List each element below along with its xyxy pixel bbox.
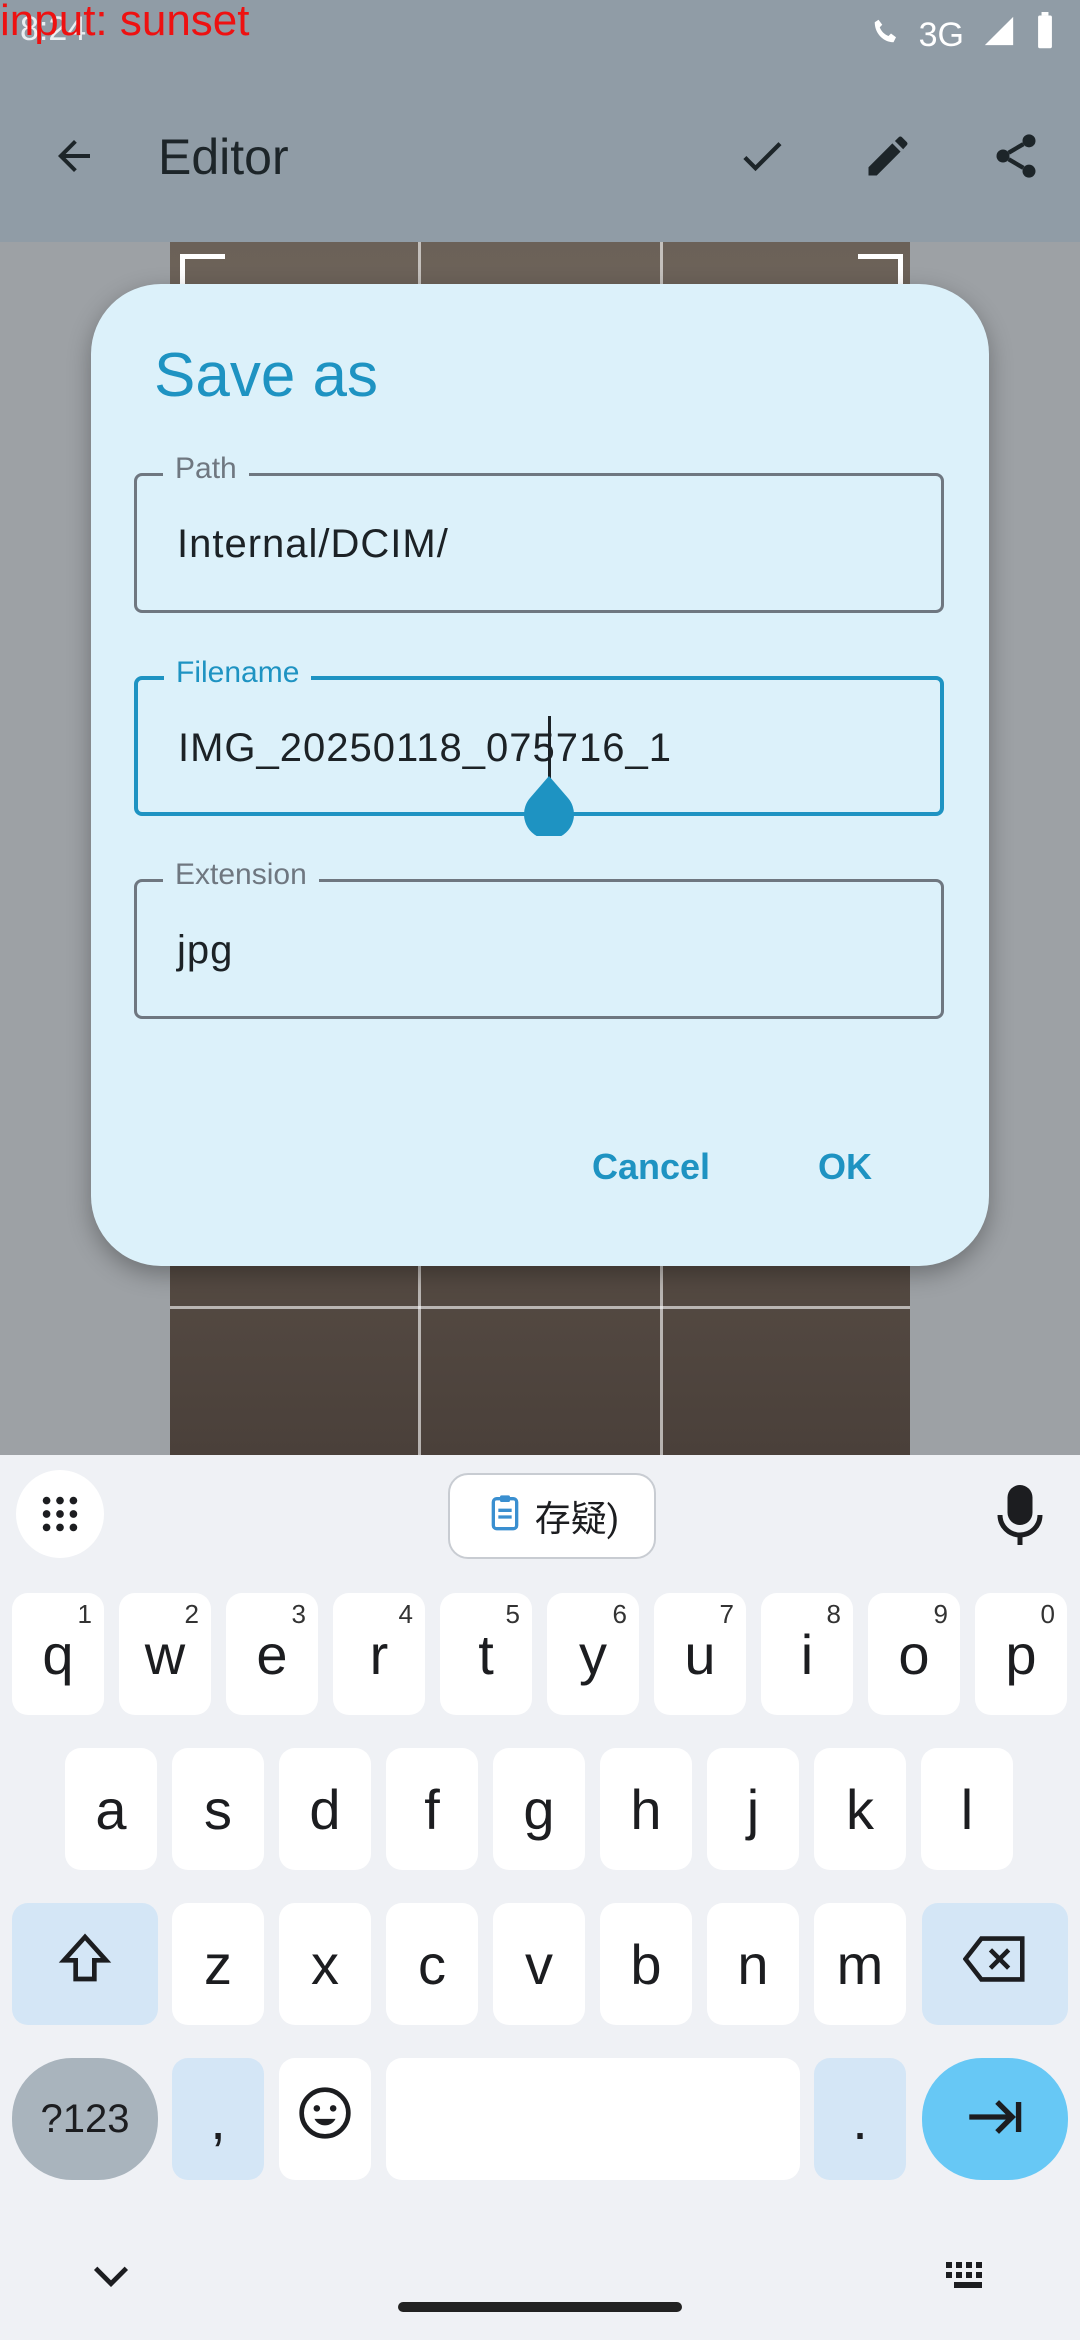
- key-p[interactable]: p0: [975, 1593, 1067, 1715]
- keyboard-icon[interactable]: [944, 2260, 992, 2296]
- chevron-down-icon[interactable]: [88, 2258, 134, 2298]
- key-r[interactable]: r4: [333, 1593, 425, 1715]
- grid-icon[interactable]: [16, 1470, 104, 1558]
- mic-icon[interactable]: [990, 1480, 1050, 1554]
- key-j[interactable]: j: [707, 1748, 799, 1870]
- comma-key[interactable]: ,: [172, 2058, 264, 2180]
- text-cursor: [548, 716, 551, 780]
- backspace-icon: [962, 1932, 1027, 1997]
- key-l[interactable]: l: [921, 1748, 1013, 1870]
- key-i[interactable]: i8: [761, 1593, 853, 1715]
- key-e[interactable]: e3: [226, 1593, 318, 1715]
- pencil-icon[interactable]: [852, 120, 924, 192]
- key-u[interactable]: u7: [654, 1593, 746, 1715]
- key-v[interactable]: v: [493, 1903, 585, 2025]
- battery-icon: [1034, 12, 1056, 59]
- path-value: Internal/DCIM/: [177, 522, 449, 566]
- enter-key[interactable]: [922, 2058, 1068, 2180]
- filename-value: IMG_20250118_075716_1: [178, 726, 673, 770]
- clipboard-suggestion-chip[interactable]: 存疑): [448, 1473, 656, 1559]
- signal-icon: [982, 14, 1016, 57]
- crop-grid-line: [170, 1306, 910, 1309]
- filename-label: Filename: [164, 656, 312, 690]
- clipboard-text: 存疑): [534, 1498, 620, 1540]
- wifi-call-icon: [871, 16, 901, 55]
- extension-field[interactable]: Extension jpg: [134, 858, 944, 1019]
- status-icons: 3G: [871, 12, 1056, 59]
- clipboard-icon: [485, 1492, 525, 1541]
- space-key[interactable]: [386, 2058, 800, 2180]
- path-label: Path: [163, 452, 249, 486]
- soft-keyboard: [0, 1455, 1080, 2340]
- period-key[interactable]: .: [814, 2058, 906, 2180]
- key-n[interactable]: n: [707, 1903, 799, 2025]
- path-field[interactable]: Path Internal/DCIM/: [134, 452, 944, 613]
- network-type: 3G: [918, 16, 964, 54]
- key-m[interactable]: m: [814, 1903, 906, 2025]
- enter-icon: [965, 2087, 1025, 2152]
- key-d[interactable]: d: [279, 1748, 371, 1870]
- key-a[interactable]: a: [65, 1748, 157, 1870]
- key-q[interactable]: q1: [12, 1593, 104, 1715]
- extension-value: jpg: [177, 928, 234, 972]
- page-title: Editor: [158, 129, 289, 185]
- key-c[interactable]: c: [386, 1903, 478, 2025]
- cancel-button[interactable]: Cancel: [592, 1146, 710, 1188]
- dialog-title: Save as: [154, 341, 379, 410]
- emoji-key[interactable]: [279, 2058, 371, 2180]
- key-s[interactable]: s: [172, 1748, 264, 1870]
- key-f[interactable]: f: [386, 1748, 478, 1870]
- backspace-key[interactable]: [922, 1903, 1068, 2025]
- key-k[interactable]: k: [814, 1748, 906, 1870]
- extension-label: Extension: [163, 858, 319, 892]
- back-arrow-icon[interactable]: [38, 120, 110, 192]
- symbols-key[interactable]: ?123: [12, 2058, 158, 2180]
- key-g[interactable]: g: [493, 1748, 585, 1870]
- ok-button[interactable]: OK: [818, 1146, 872, 1188]
- key-x[interactable]: x: [279, 1903, 371, 2025]
- key-h[interactable]: h: [600, 1748, 692, 1870]
- cursor-handle[interactable]: [522, 776, 576, 840]
- key-t[interactable]: t5: [440, 1593, 532, 1715]
- shift-icon: [57, 1930, 113, 1999]
- key-b[interactable]: b: [600, 1903, 692, 2025]
- input-overlay-text: input: sunset: [0, 0, 250, 45]
- home-indicator[interactable]: [398, 2302, 682, 2312]
- key-y[interactable]: y6: [547, 1593, 639, 1715]
- key-w[interactable]: w2: [119, 1593, 211, 1715]
- share-icon[interactable]: [980, 120, 1052, 192]
- key-o[interactable]: o9: [868, 1593, 960, 1715]
- emoji-icon: [297, 2085, 353, 2154]
- shift-key[interactable]: [12, 1903, 158, 2025]
- check-icon[interactable]: [726, 120, 798, 192]
- key-z[interactable]: z: [172, 1903, 264, 2025]
